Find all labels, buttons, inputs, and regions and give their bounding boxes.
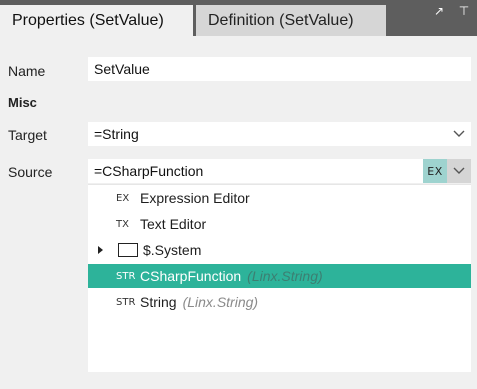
list-item-text-editor[interactable]: TX Text Editor (88, 212, 471, 236)
expand-icon[interactable]: ↗ (432, 4, 446, 18)
chevron-down-icon (453, 167, 465, 174)
list-item-label: Text Editor (140, 216, 207, 232)
list-item-label: $.System (143, 242, 202, 258)
tab-definition[interactable]: Definition (SetValue) (196, 5, 386, 36)
list-item-label: CSharpFunction (140, 268, 242, 284)
name-label: Name (8, 63, 46, 79)
chevron-down-icon (453, 130, 465, 137)
target-value: =String (94, 126, 139, 142)
pin-icon[interactable]: ⊤ (457, 4, 471, 18)
name-value: SetValue (94, 61, 150, 77)
section-misc: Misc (8, 95, 37, 110)
list-item-expression-editor[interactable]: EX Expression Editor (88, 186, 471, 210)
list-item-csharpfunction[interactable]: STR CSharpFunction (Linx.String) (88, 264, 471, 288)
source-label: Source (8, 164, 53, 180)
target-dropdown-button[interactable] (447, 122, 471, 146)
expression-editor-button[interactable]: EX (423, 159, 447, 183)
tab-properties[interactable]: Properties (SetValue) (0, 5, 193, 36)
tab-strip: Properties (SetValue) Definition (SetVal… (0, 0, 477, 36)
list-item-type: (Linx.String) (247, 268, 323, 284)
source-value: =CSharpFunction (94, 163, 204, 179)
list-item-type: (Linx.String) (182, 294, 259, 310)
source-field[interactable]: =CSharpFunction EX (88, 159, 471, 183)
list-item-label: Expression Editor (140, 190, 250, 206)
name-field[interactable]: SetValue (88, 57, 471, 81)
tx-icon: TX (116, 218, 129, 230)
ex-icon: EX (116, 192, 130, 204)
str-icon: STR (116, 270, 136, 282)
folder-icon (118, 243, 138, 257)
list-item-system[interactable]: $.System (88, 238, 471, 262)
list-item-label: String (140, 294, 177, 310)
source-dropdown-list: EX Expression Editor TX Text Editor $.Sy… (88, 184, 471, 372)
properties-panel: Name SetValue Misc Target =String Source… (0, 36, 477, 389)
source-dropdown-button[interactable] (447, 159, 471, 183)
target-field[interactable]: =String (88, 122, 471, 146)
target-label: Target (8, 127, 47, 143)
str-icon: STR (116, 296, 136, 308)
expand-arrow-icon[interactable] (98, 246, 103, 254)
list-item-string[interactable]: STR String (Linx.String) (88, 290, 471, 314)
